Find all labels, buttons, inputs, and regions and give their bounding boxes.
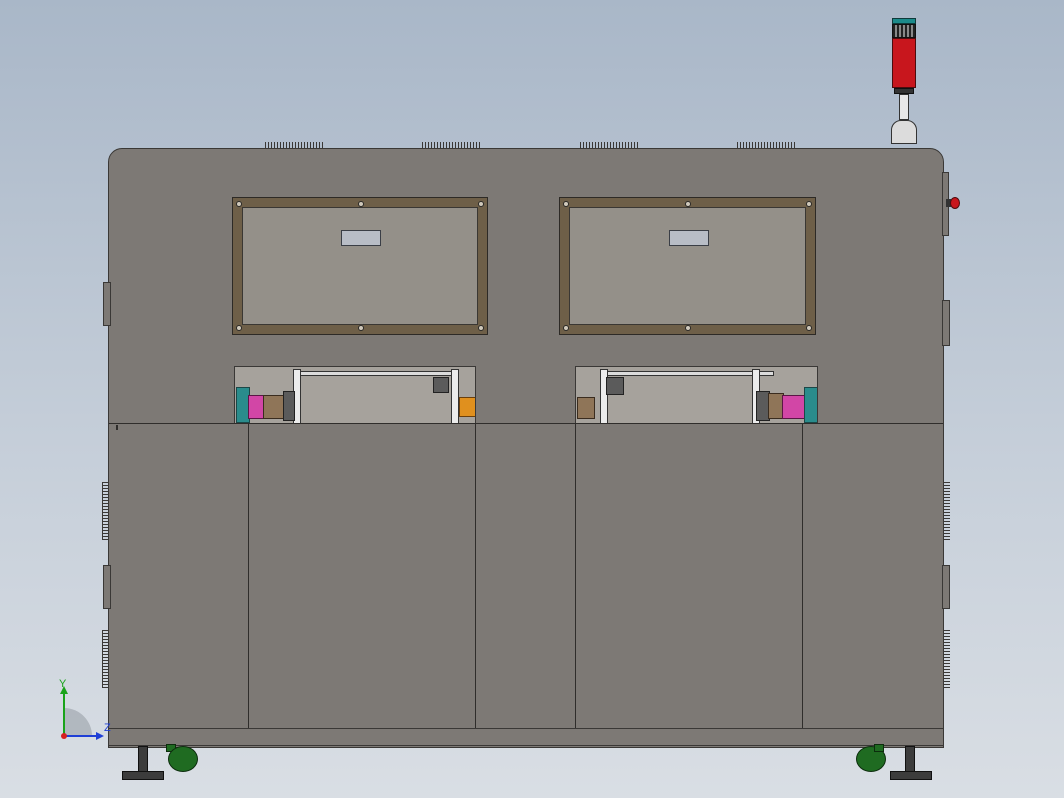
bolt — [236, 201, 242, 207]
bolt — [478, 325, 484, 331]
window-glass — [242, 207, 478, 325]
gearbox — [263, 395, 285, 419]
right-bracket-top — [942, 300, 950, 346]
drive-motor — [782, 395, 806, 419]
leveling-foot-right — [905, 746, 915, 774]
emergency-stop-icon[interactable] — [946, 197, 960, 209]
guide-shaft — [602, 371, 774, 376]
support-post — [451, 369, 459, 423]
roller-motor — [459, 397, 475, 417]
panel-seam-top — [109, 423, 943, 424]
viewing-window-left — [232, 197, 488, 335]
bolt — [806, 325, 812, 331]
window-nameplate — [341, 230, 381, 246]
bolt — [563, 201, 569, 207]
left-bracket-middle — [103, 565, 111, 609]
bolt — [685, 201, 691, 207]
left-bracket-top — [103, 282, 111, 326]
bolt — [358, 201, 364, 207]
gear-assembly — [433, 377, 449, 393]
emergency-stop-button — [950, 197, 960, 209]
gearbox — [577, 397, 595, 419]
mechanism-bay-right — [575, 366, 818, 424]
bolt — [358, 325, 364, 331]
window-glass — [569, 207, 806, 325]
mechanism-bay-left — [234, 366, 476, 424]
caster-bracket — [874, 744, 884, 752]
panel-divider — [802, 423, 803, 728]
right-side-vent-1 — [943, 482, 950, 540]
leveling-foot-pad — [890, 771, 932, 780]
panel-divider — [575, 423, 576, 728]
panel-divider — [248, 423, 249, 728]
caster-wheel — [168, 746, 198, 772]
z-axis-arrow — [96, 732, 104, 740]
bolt — [806, 201, 812, 207]
guide-shaft — [295, 371, 457, 376]
right-bracket-middle — [942, 565, 950, 609]
triad-plane — [64, 708, 92, 736]
signal-tower-ring — [892, 24, 916, 38]
caster-wheel-icon — [854, 744, 888, 772]
bolt — [236, 325, 242, 331]
signal-tower-red-lamp — [892, 38, 916, 88]
drive-motor-housing — [804, 387, 817, 423]
bolt — [478, 201, 484, 207]
y-axis-label: Y — [59, 678, 67, 690]
window-nameplate — [668, 230, 709, 246]
signal-tower-pole — [899, 94, 909, 120]
gear-assembly — [283, 391, 295, 421]
gear-assembly — [606, 377, 624, 395]
machine-base — [108, 728, 944, 746]
signal-tower-icon[interactable] — [885, 16, 925, 148]
coordinate-triad-icon: Y Z — [52, 678, 116, 744]
bolt — [685, 325, 691, 331]
leveling-foot-left — [138, 746, 148, 774]
leveling-foot-pad — [122, 771, 164, 780]
signal-tower-mount — [891, 120, 917, 144]
x-axis-origin — [61, 733, 67, 739]
left-side-vent-1 — [102, 482, 109, 540]
z-axis-label: Z — [104, 722, 111, 734]
panel-divider — [475, 423, 476, 728]
bolt — [563, 325, 569, 331]
viewing-window-right — [559, 197, 816, 335]
caster-wheel-icon — [162, 744, 198, 772]
right-side-vent-2 — [943, 630, 950, 688]
door-latch[interactable] — [116, 425, 118, 430]
